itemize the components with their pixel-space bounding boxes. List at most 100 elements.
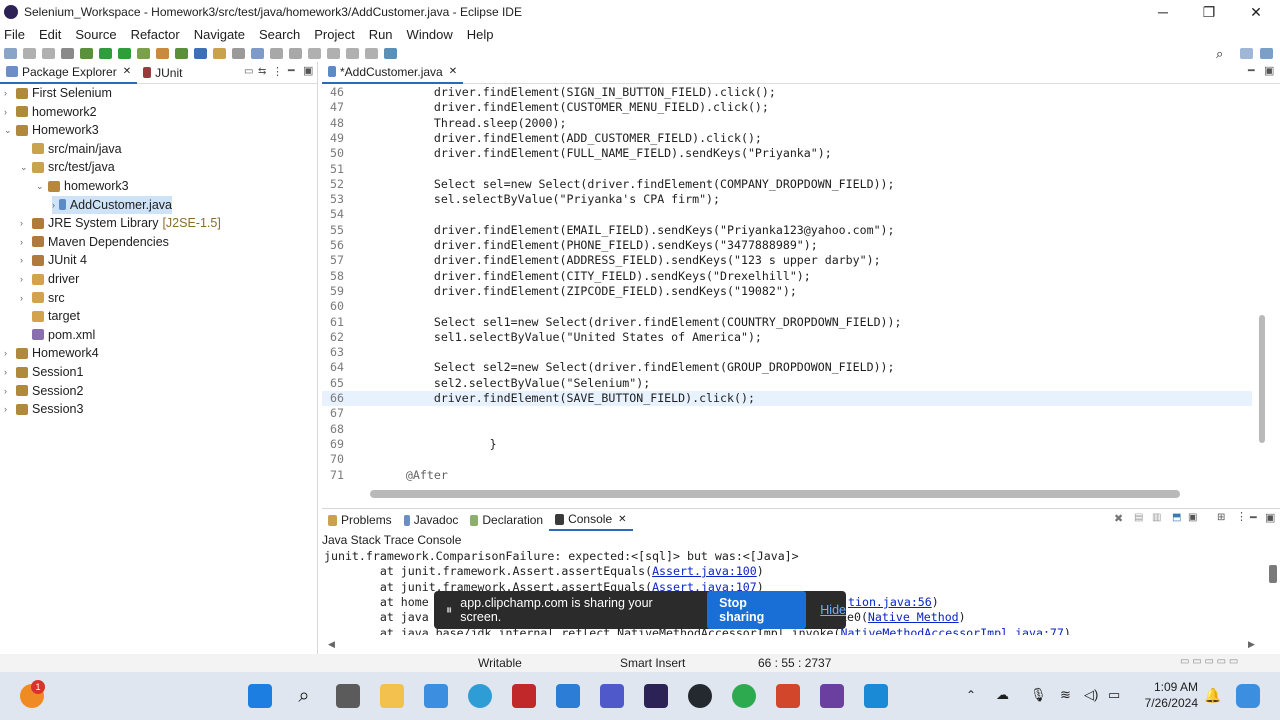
tree-item[interactable]: › Session2 [4,382,83,400]
hide-link[interactable]: Hide [820,603,846,617]
vertical-scrollbar[interactable] [1257,85,1267,485]
run-icon[interactable] [99,47,112,59]
external-tools-icon[interactable] [137,47,150,59]
battery-icon[interactable]: ▭ [1108,687,1120,703]
java-perspective-icon[interactable] [1260,48,1273,59]
view-menu-icon[interactable]: ⋮ [272,65,283,78]
console-partial-line[interactable]: ke0(Native Method) [840,610,966,624]
code-line[interactable]: 55 driver.findElement(EMAIL_FIELD).sendK… [322,223,1252,238]
clock-time[interactable]: 1:09 AM [1150,680,1198,694]
chevron-right-icon[interactable]: › [20,218,32,228]
tree-item[interactable]: target [20,307,80,325]
save-icon[interactable] [23,47,36,59]
code-line[interactable]: 66 driver.findElement(SAVE_BUTTON_FIELD)… [322,391,1252,407]
code-line[interactable]: 69 } [322,437,1252,452]
new-class-icon[interactable] [194,47,207,59]
tree-item[interactable]: › Maven Dependencies [20,233,169,251]
pin-console-icon[interactable]: ⬒ [1172,512,1181,523]
tree-item[interactable]: › driver [20,270,79,288]
code-line[interactable]: 48 Thread.sleep(2000); [322,116,1252,131]
code-line[interactable]: 60 [322,299,1252,314]
open-console-icon[interactable]: ⊞ [1217,512,1225,523]
chevron-right-icon[interactable]: › [4,386,16,396]
wifi-icon[interactable]: ≋ [1060,687,1071,703]
notifications-bell-icon[interactable]: 🔔 [1204,687,1221,704]
debug-icon[interactable] [80,47,93,59]
link-editor-icon[interactable]: ⇆ [258,66,266,77]
close-console-icon[interactable]: ✕ [618,514,626,525]
tree-item[interactable]: › Homework4 [4,344,99,362]
menu-help[interactable]: Help [467,27,494,42]
horizontal-scroll-thumb[interactable] [370,490,1180,498]
new-java-project-icon[interactable] [156,47,169,59]
display-console-icon[interactable]: ▣ [1188,512,1197,523]
tree-item[interactable]: › JRE System Library [J2SE-1.5] [20,214,221,232]
tree-item[interactable]: › JUnit 4 [20,251,87,269]
scroll-right-icon[interactable]: ▶ [1248,639,1255,650]
code-line[interactable]: 47 driver.findElement(CUSTOMER_MENU_FIEL… [322,100,1252,115]
code-line[interactable]: 62 sel1.selectByValue("United States of … [322,330,1252,345]
task-view-icon[interactable] [336,684,360,708]
taskbar-search-icon[interactable]: ⌕ [292,684,316,708]
menu-edit[interactable]: Edit [39,27,61,42]
collapse-all-icon[interactable]: ▭ [244,66,253,77]
chevron-right-icon[interactable]: › [4,404,16,414]
tree-item[interactable]: › First Selenium [4,84,112,102]
code-line[interactable]: 64 Select sel2=new Select(driver.findEle… [322,360,1252,375]
mcafee-icon[interactable] [512,684,536,708]
menu-source[interactable]: Source [75,27,116,42]
block-selection-icon[interactable] [270,47,283,59]
code-line[interactable]: 49 driver.findElement(ADD_CUSTOMER_FIELD… [322,131,1252,146]
stack-trace-link[interactable]: NativeMethodAccessorImpl.java:77 [841,626,1064,636]
minimize-editor-icon[interactable]: ━ [1248,64,1255,77]
minimize-button[interactable]: ─ [1140,0,1186,24]
tree-item[interactable]: › homework2 [4,103,97,121]
menu-search[interactable]: Search [259,27,300,42]
show-whitespace-icon[interactable] [289,47,302,59]
volume-icon[interactable]: ◁) [1084,687,1098,703]
tree-item[interactable]: ⌄ homework3 [36,177,129,195]
copilot-icon[interactable] [1236,684,1260,708]
console-line[interactable]: at home [324,595,429,609]
code-line[interactable]: 56 driver.findElement(PHONE_FIELD).sendK… [322,238,1252,253]
chevron-right-icon[interactable]: › [52,200,59,210]
tab-console[interactable]: Console ✕ [549,509,633,531]
search-icon[interactable]: ⌕ [1216,46,1223,62]
back-icon[interactable] [346,47,359,59]
tab-addcustomer-java[interactable]: *AddCustomer.java ✕ [322,61,464,84]
chevron-down-icon[interactable]: ⌄ [20,162,32,173]
console-line[interactable]: at junit.framework.Assert.assertEquals(A… [324,564,764,578]
stack-trace-link[interactable]: Assert.java:100 [652,564,757,578]
menu-navigate[interactable]: Navigate [194,27,245,42]
scroll-lock-icon[interactable]: ▥ [1152,512,1161,523]
console-scroll-thumb[interactable] [1269,565,1277,583]
menu-file[interactable]: File [4,27,25,42]
chevron-right-icon[interactable]: › [20,255,32,265]
drag-handle-icon[interactable]: ⏸ [446,603,452,618]
file-explorer-icon[interactable] [380,684,404,708]
close-editor-icon[interactable]: ✕ [449,66,457,77]
forward-icon[interactable] [365,47,378,59]
chevron-right-icon[interactable]: › [4,348,16,358]
open-type-icon[interactable] [213,47,226,59]
maximize-editor-icon[interactable]: ▣ [1264,64,1274,77]
remove-launch-icon[interactable]: ✖ [1114,512,1123,525]
coverage-icon[interactable] [118,47,131,59]
code-line[interactable]: 54 [322,207,1252,222]
github-icon[interactable] [688,684,712,708]
store-icon[interactable] [424,684,448,708]
code-line[interactable]: 52 Select sel=new Select(driver.findElem… [322,177,1252,192]
myhp-icon[interactable] [556,684,580,708]
tab-junit[interactable]: JUnit [137,62,188,84]
next-annotation-icon[interactable] [308,47,321,59]
new-icon[interactable] [4,47,17,59]
save-all-icon[interactable] [42,47,55,59]
close-tab-icon[interactable]: ✕ [123,66,131,77]
code-line[interactable]: 61 Select sel1=new Select(driver.findEle… [322,315,1252,330]
code-line[interactable]: 53 sel.selectByValue("Priyanka's CPA fir… [322,192,1252,207]
console-line[interactable]: junit.framework.ComparisonFailure: expec… [324,549,799,563]
console-line[interactable]: at java [324,610,429,624]
code-line[interactable]: 59 driver.findElement(ZIPCODE_FIELD).sen… [322,284,1252,299]
tree-item[interactable]: › Session1 [4,363,83,381]
code-line[interactable]: 68 [322,422,1252,437]
